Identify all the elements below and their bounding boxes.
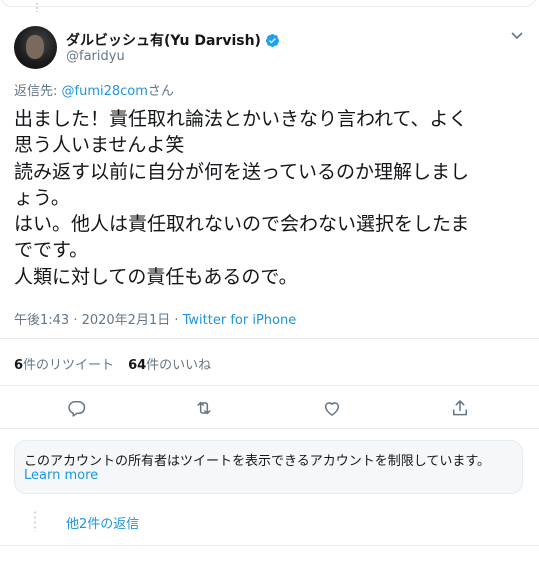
tweet-meta: 午後1:43 · 2020年2月1日 · Twitter for iPhone bbox=[14, 309, 296, 328]
tweet-text: 出ました！責任取れ論法とかいきなり言われて、よく 思う人いませんよ笑 読み返す以… bbox=[14, 106, 526, 290]
like-button[interactable] bbox=[322, 398, 342, 418]
divider bbox=[0, 545, 539, 546]
thread-connector bbox=[36, 2, 38, 12]
notice-text: このアカウントの所有者はツイートを表示できるアカウントを制限しています。 bbox=[24, 454, 491, 469]
heart-icon bbox=[325, 402, 339, 416]
reply-to-prefix: 返信先: bbox=[14, 84, 62, 99]
tweet-line: 人類に対しての責任もあるので。 bbox=[14, 265, 298, 288]
learn-more-link[interactable]: Learn more bbox=[24, 468, 98, 483]
author-name[interactable]: ダルビッシュ有(Yu Darvish) bbox=[66, 30, 261, 50]
reply-button[interactable] bbox=[67, 398, 87, 418]
tweet-stats: 6件のリツイート 64件のいいね bbox=[14, 354, 211, 373]
tweet-line: はい。他人は責任取れないので会わない選択をしたま bbox=[14, 213, 470, 236]
likes-count: 64 bbox=[128, 358, 147, 373]
divider bbox=[0, 385, 539, 386]
retweet-button[interactable] bbox=[194, 398, 214, 418]
reply-mention-link[interactable]: @fumi28com bbox=[62, 84, 148, 99]
author-name-row[interactable]: ダルビッシュ有(Yu Darvish) bbox=[66, 30, 280, 50]
verified-badge-icon bbox=[265, 33, 280, 47]
tweet-line: 読み返す以前に自分が何を送っているのか理解しまし bbox=[14, 160, 470, 183]
author-handle[interactable]: @faridyu bbox=[66, 49, 125, 64]
retweet-icon bbox=[197, 401, 211, 415]
avatar-face bbox=[26, 35, 44, 59]
share-button[interactable] bbox=[450, 398, 470, 418]
divider bbox=[0, 428, 539, 429]
more-replies-link[interactable]: 他2件の返信 bbox=[66, 513, 139, 532]
tweet-source-link[interactable]: Twitter for iPhone bbox=[183, 313, 297, 328]
likes-label: 件のいいね bbox=[146, 358, 212, 373]
tweet-line: でです。 bbox=[14, 239, 89, 262]
tweet-line: 出ました！責任取れ論法とかいきなり言われて、よく bbox=[14, 108, 468, 130]
likes-stat[interactable]: 64件のいいね bbox=[128, 354, 211, 373]
share-icon bbox=[453, 400, 467, 416]
protected-replies-notice: このアカウントの所有者はツイートを表示できるアカウントを制限しています。 Lea… bbox=[14, 440, 523, 494]
tweet-actions bbox=[0, 398, 539, 418]
previous-tweet-card bbox=[0, 0, 537, 7]
tweet-line: 思う人いませんよ笑 bbox=[14, 134, 185, 157]
avatar[interactable] bbox=[14, 26, 57, 69]
retweets-label: 件のリツイート bbox=[23, 358, 115, 373]
divider bbox=[0, 338, 539, 339]
reply-to-suffix: さん bbox=[147, 84, 174, 99]
tweet-timestamp[interactable]: 午後1:43 · 2020年2月1日 · bbox=[14, 313, 183, 328]
more-replies-connector bbox=[34, 510, 36, 532]
retweets-count: 6 bbox=[14, 358, 24, 373]
retweets-stat[interactable]: 6件のリツイート bbox=[14, 354, 114, 373]
reply-to-line: 返信先: @fumi28comさん bbox=[14, 80, 174, 99]
tweet-line: ょう。 bbox=[14, 186, 70, 209]
reply-icon bbox=[68, 401, 86, 417]
chevron-down-icon[interactable] bbox=[510, 31, 524, 41]
